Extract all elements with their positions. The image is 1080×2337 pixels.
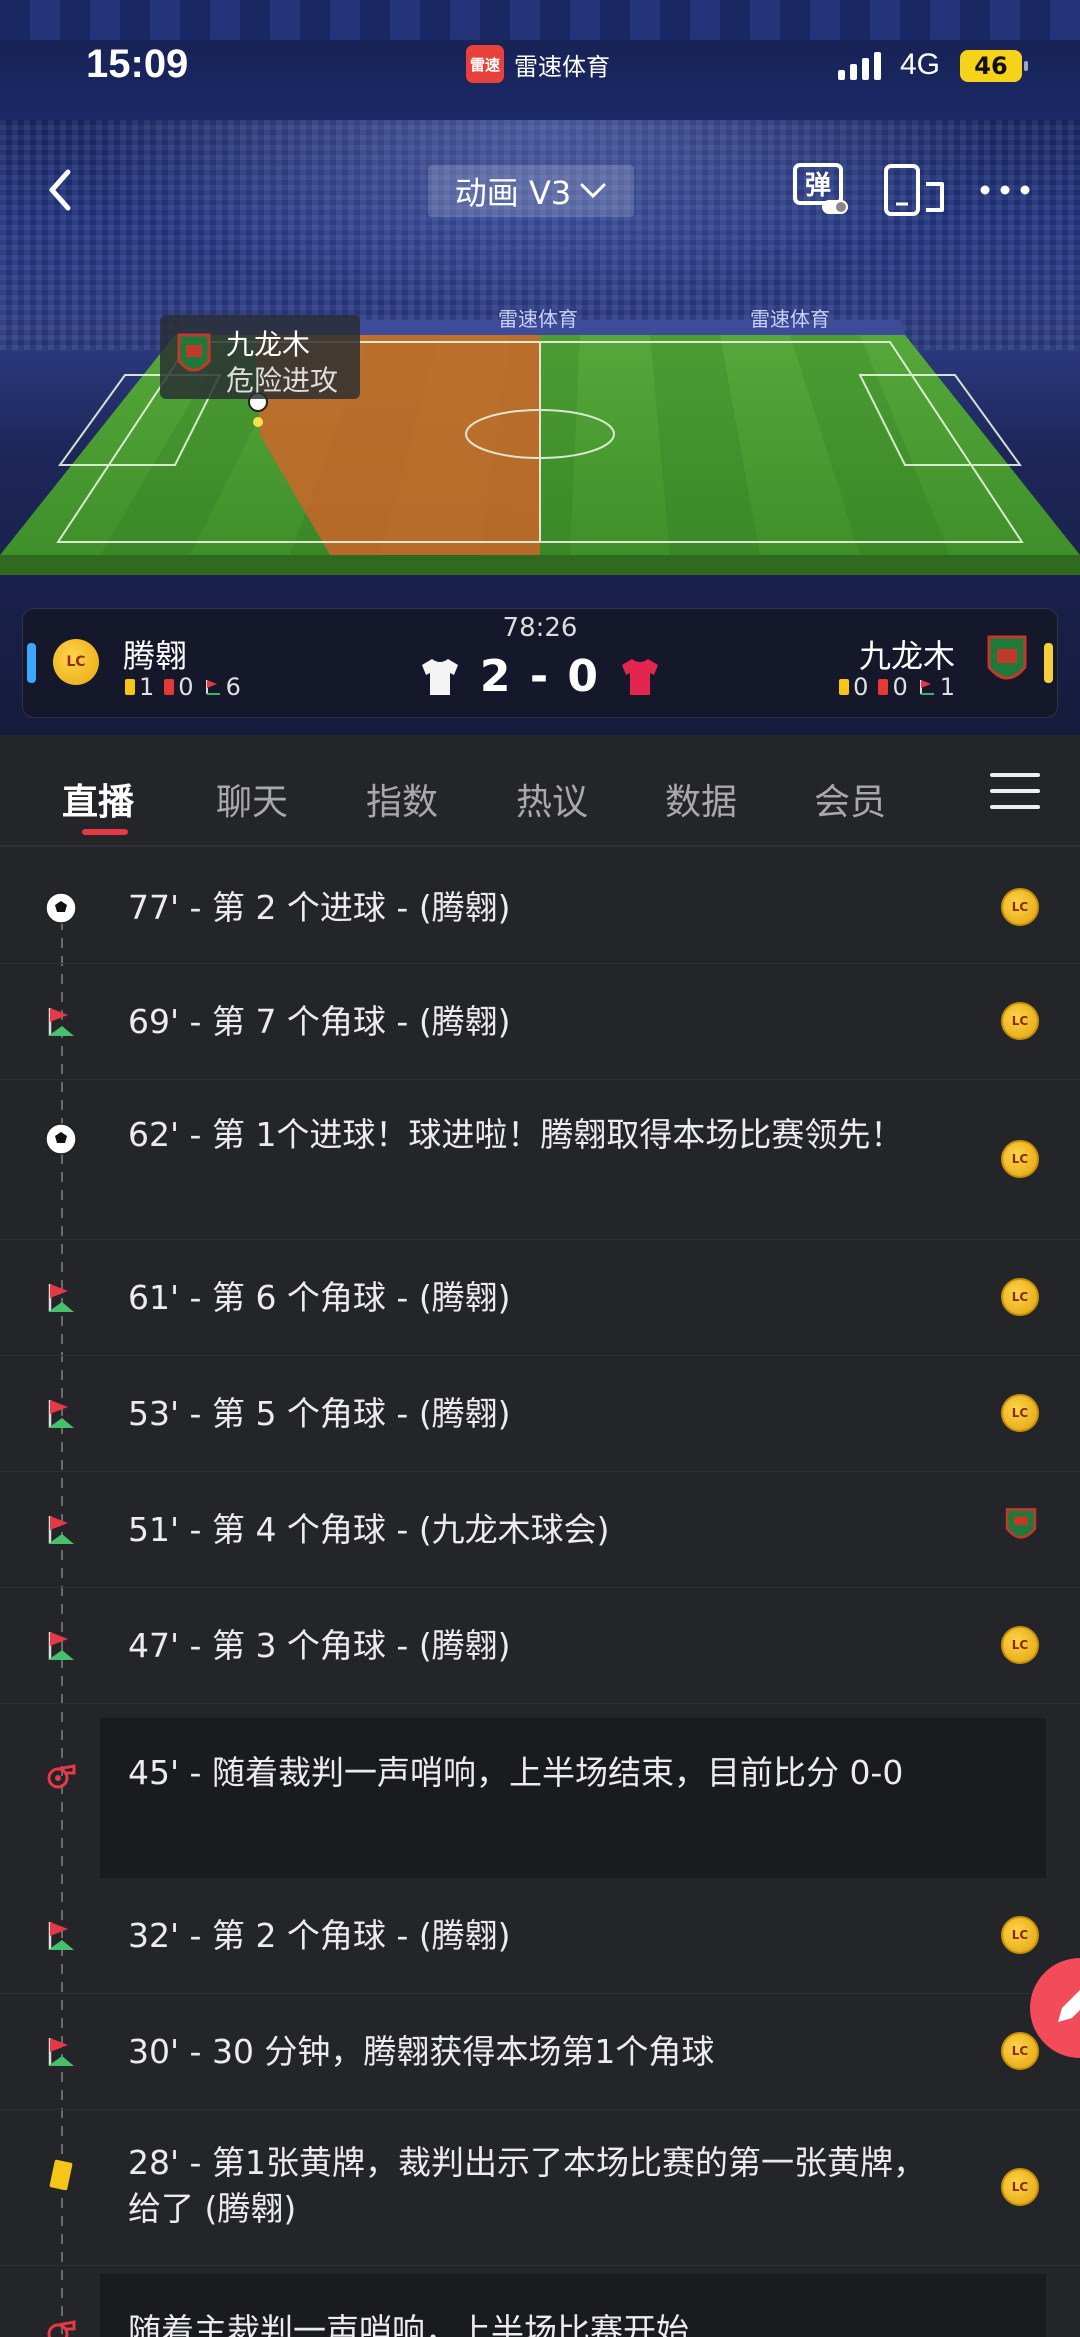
home-kit-icon bbox=[421, 658, 458, 695]
away-team-crest-icon bbox=[177, 333, 211, 372]
tooltip-event: 危险进攻 bbox=[226, 364, 339, 397]
timeline-event: 62' - 第 1个进球！球进啦！腾翱取得本场比赛领先！ LC bbox=[0, 1080, 1080, 1240]
corner-flag-icon bbox=[48, 1400, 74, 1428]
away-stats: 0 0 1 bbox=[839, 673, 955, 701]
yellow-card-icon bbox=[49, 2159, 73, 2191]
event-text: 77' - 第 2 个进球 - (腾翱) bbox=[128, 888, 511, 927]
timeline-event: 61' - 第 6 个角球 - (腾翱) LC bbox=[0, 1240, 1080, 1356]
yellow-card-icon bbox=[839, 679, 850, 695]
tab-bar: 直播 聊天 指数 热议 数据 会员 bbox=[0, 735, 1080, 847]
clock: 15:09 bbox=[86, 42, 189, 86]
event-text: 32' - 第 2 个角球 - (腾翱) bbox=[128, 1916, 511, 1955]
corner-flag-icon bbox=[48, 1632, 74, 1660]
corner-flag-icon bbox=[48, 1516, 74, 1544]
chevron-down-icon bbox=[580, 183, 606, 199]
battery-icon: 46 bbox=[960, 50, 1028, 82]
tooltip-team: 九龙木 bbox=[226, 328, 311, 361]
corner-flag-icon bbox=[48, 1922, 74, 1950]
home-team-icon: LC bbox=[1001, 1394, 1041, 1434]
active-tab-indicator bbox=[82, 829, 128, 835]
home-team-icon: LC bbox=[1001, 1626, 1041, 1666]
edit-icon bbox=[1058, 1990, 1080, 2022]
corner-flag-icon bbox=[919, 680, 934, 695]
tab-data[interactable]: 数据 bbox=[665, 773, 737, 825]
home-team-icon: LC bbox=[1001, 2168, 1041, 2208]
tab-discussion[interactable]: 热议 bbox=[516, 773, 588, 825]
danmu-toggle-button[interactable]: 弹 bbox=[792, 162, 850, 216]
timeline-event: 32' - 第 2 个角球 - (腾翱) LC bbox=[0, 1878, 1080, 1994]
app-name: 雷速体育 bbox=[514, 52, 610, 81]
whistle-icon bbox=[47, 1764, 76, 1789]
match-animation-panel: 15:09 雷速 雷速体育 4G 46 动画 V3 弹 雷速体育 雷速体育 九龙… bbox=[0, 0, 1080, 735]
soccer-ball-icon bbox=[45, 892, 77, 924]
away-team-name[interactable]: 九龙木 bbox=[859, 631, 955, 677]
back-arrow-icon[interactable] bbox=[40, 160, 80, 220]
match-score: 2 - 0 bbox=[479, 651, 601, 702]
timeline-event: 47' - 第 3 个角球 - (腾翱) LC bbox=[0, 1588, 1080, 1704]
timeline-event: 53' - 第 5 个角球 - (腾翱) LC bbox=[0, 1356, 1080, 1472]
event-text: 47' - 第 3 个角球 - (腾翱) bbox=[128, 1626, 511, 1665]
danmu-icon: 弹 bbox=[793, 163, 848, 214]
home-team-icon: LC bbox=[1001, 1140, 1041, 1180]
signal-icon bbox=[838, 50, 881, 80]
animation-version-label: 动画 V3 bbox=[454, 174, 572, 212]
app-badge: 雷速 雷速体育 bbox=[466, 45, 610, 83]
home-team-icon: LC bbox=[1001, 1916, 1041, 1956]
tab-odds[interactable]: 指数 bbox=[366, 773, 438, 825]
animation-version-select[interactable]: 动画 V3 bbox=[428, 165, 634, 217]
network-type: 4G bbox=[900, 48, 941, 81]
event-text: 51' - 第 4 个角球 - (九龙木球会) bbox=[128, 1510, 610, 1549]
home-team-icon: LC bbox=[1001, 1278, 1041, 1318]
tab-chat[interactable]: 聊天 bbox=[216, 773, 288, 825]
corner-flag-icon bbox=[48, 1284, 74, 1312]
menu-icon[interactable] bbox=[990, 773, 1040, 813]
timeline-event: 51' - 第 4 个角球 - (九龙木球会) bbox=[0, 1472, 1080, 1588]
animation-toolbar: 动画 V3 弹 bbox=[0, 160, 1080, 220]
timeline-event: 28' - 第1张黄牌，裁判出示了本场比赛的第一张黄牌，给了 (腾翱) LC bbox=[0, 2110, 1080, 2266]
event-text: 随着主裁判一声哨响，上半场比赛开始 bbox=[128, 2311, 689, 2337]
red-card-icon bbox=[878, 679, 889, 695]
home-team-icon: LC bbox=[1001, 1002, 1041, 1042]
soccer-ball-icon bbox=[45, 1123, 77, 1155]
timeline-event: 69' - 第 7 个角球 - (腾翱) LC bbox=[0, 964, 1080, 1080]
pitch-watermark: 雷速体育 bbox=[498, 307, 578, 331]
corner-flag-icon bbox=[48, 1008, 74, 1036]
timeline-event-highlight: 45' - 随着裁判一声哨响，上半场结束，目前比分 0-0 bbox=[0, 1718, 1080, 1878]
away-red-count: 0 bbox=[892, 673, 908, 701]
event-text: 28' - 第1张黄牌，裁判出示了本场比赛的第一张黄牌，给了 (腾翱) bbox=[128, 2143, 926, 2228]
away-team-icon bbox=[1005, 1508, 1037, 1539]
screen-rotate-icon[interactable] bbox=[882, 162, 948, 218]
corner-flag-icon bbox=[48, 2038, 74, 2066]
event-text: 30' - 30 分钟，腾翱获得本场第1个角球 bbox=[128, 2032, 715, 2071]
timeline-event: 30' - 30 分钟，腾翱获得本场第1个角球 LC bbox=[0, 1994, 1080, 2110]
home-team-icon: LC bbox=[1001, 2032, 1041, 2072]
event-text: 45' - 随着裁判一声哨响，上半场结束，目前比分 0-0 bbox=[128, 1753, 904, 1792]
svg-text:雷速体育: 雷速体育 bbox=[750, 307, 830, 331]
away-corner-count: 1 bbox=[939, 673, 955, 701]
event-text: 69' - 第 7 个角球 - (腾翱) bbox=[128, 1002, 511, 1041]
status-bar: 15:09 雷速 雷速体育 4G 46 bbox=[0, 0, 1080, 130]
home-team-icon: LC bbox=[1001, 888, 1041, 928]
away-kit-icon bbox=[622, 658, 659, 695]
more-icon[interactable] bbox=[975, 170, 1035, 210]
timeline-event-highlight: 随着主裁判一声哨响，上半场比赛开始 bbox=[0, 2274, 1080, 2337]
live-event-tooltip: 九龙木 危险进攻 bbox=[160, 315, 360, 399]
highlight-background bbox=[100, 1718, 1046, 1878]
tab-vip[interactable]: 会员 bbox=[814, 773, 886, 825]
event-text: 62' - 第 1个进球！球进啦！腾翱取得本场比赛领先！ bbox=[128, 1115, 904, 1154]
away-yellow-count: 0 bbox=[853, 673, 869, 701]
event-text: 53' - 第 5 个角球 - (腾翱) bbox=[128, 1394, 511, 1433]
event-text: 61' - 第 6 个角球 - (腾翱) bbox=[128, 1278, 511, 1317]
timeline-event: 77' - 第 2 个进球 - (腾翱) LC bbox=[0, 852, 1080, 964]
scoreboard: LC 腾翱 1 0 6 78:26 2 - 0 九龙木 0 0 1 bbox=[22, 608, 1058, 718]
tab-live[interactable]: 直播 bbox=[62, 773, 134, 825]
battery-level: 46 bbox=[974, 52, 1008, 80]
app-logo-icon: 雷速 bbox=[466, 45, 504, 83]
whistle-icon bbox=[47, 2320, 76, 2337]
away-team-logo-icon bbox=[987, 635, 1027, 680]
danmu-label: 弹 bbox=[805, 171, 831, 201]
